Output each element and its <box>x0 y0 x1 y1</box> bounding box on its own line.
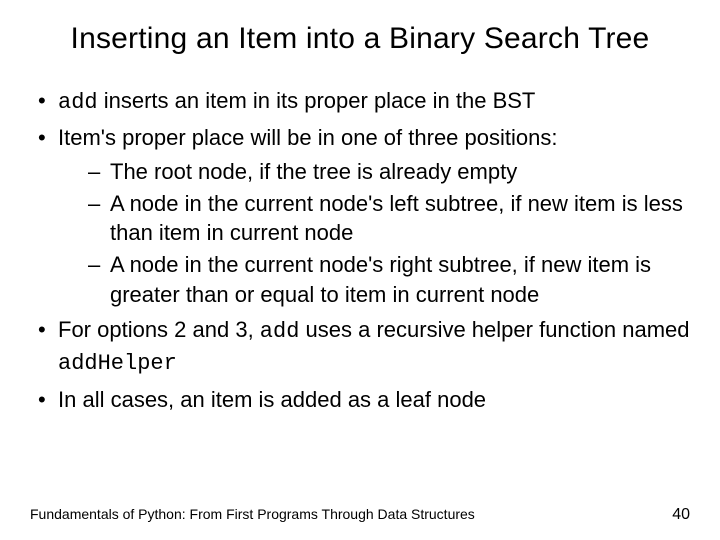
bullet-list: add inserts an item in its proper place … <box>30 86 690 415</box>
bullet-3-text-before: For options 2 and 3, <box>58 317 260 342</box>
sub-item-3: A node in the current node's right subtr… <box>58 250 690 309</box>
slide-title: Inserting an Item into a Binary Search T… <box>30 20 690 58</box>
slide-content: add inserts an item in its proper place … <box>30 86 690 415</box>
bullet-item-4: In all cases, an item is added as a leaf… <box>30 385 690 415</box>
bullet-item-1: add inserts an item in its proper place … <box>30 86 690 118</box>
code-add: add <box>58 90 98 115</box>
sub-list: The root node, if the tree is already em… <box>58 157 690 309</box>
code-add-2: add <box>260 319 300 344</box>
sub-item-2: A node in the current node's left subtre… <box>58 189 690 248</box>
bullet-item-3: For options 2 and 3, add uses a recursiv… <box>30 315 690 378</box>
bullet-2-text: Item's proper place will be in one of th… <box>58 125 557 150</box>
footer-source: Fundamentals of Python: From First Progr… <box>30 506 475 522</box>
bullet-item-2: Item's proper place will be in one of th… <box>30 123 690 309</box>
bullet-3-text-mid: uses a recursive helper function named <box>299 317 689 342</box>
code-addhelper: addHelper <box>58 351 177 376</box>
bullet-4-text: In all cases, an item is added as a leaf… <box>58 387 486 412</box>
bullet-1-text: inserts an item in its proper place in t… <box>98 88 536 113</box>
page-number: 40 <box>672 506 690 524</box>
slide-footer: Fundamentals of Python: From First Progr… <box>30 506 690 524</box>
sub-item-1: The root node, if the tree is already em… <box>58 157 690 187</box>
